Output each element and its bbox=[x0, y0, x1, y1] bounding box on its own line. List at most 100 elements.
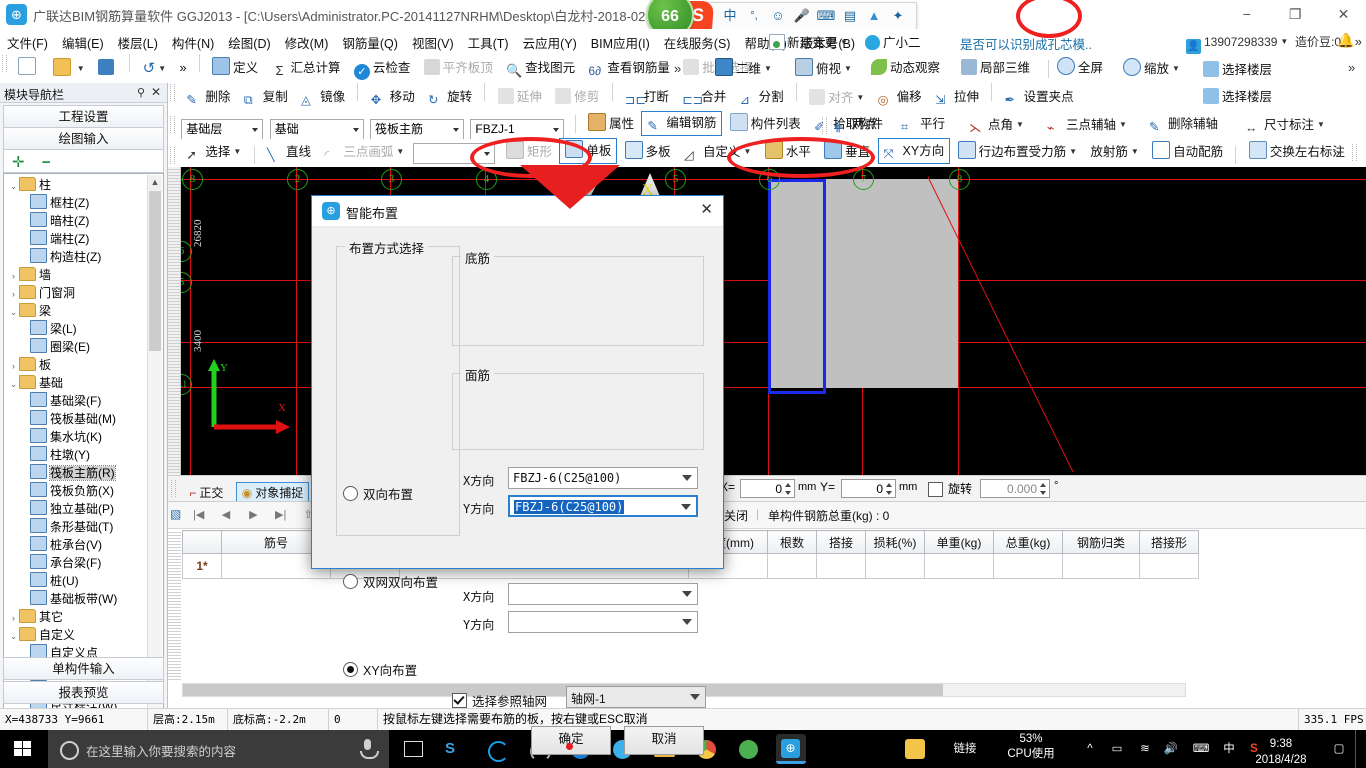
ime-settings-icon[interactable]: ✦ bbox=[887, 6, 909, 26]
col-rebar-class[interactable]: 钢筋归类 bbox=[1062, 530, 1140, 554]
cpu-usage-widget[interactable]: 53% CPU使用 bbox=[996, 730, 1066, 768]
axis-bubble[interactable]: 3 bbox=[381, 169, 402, 190]
expand-toggle-icon[interactable]: ⌄ bbox=[8, 303, 19, 321]
table-cell[interactable] bbox=[767, 553, 817, 579]
menu-item-edit[interactable]: 编辑(E) bbox=[55, 29, 111, 52]
menu-item-file[interactable]: 文件(F) bbox=[0, 29, 55, 52]
expand-toggle-icon[interactable]: › bbox=[8, 285, 19, 303]
spinner-icon[interactable] bbox=[884, 481, 894, 497]
expand-toggle-icon[interactable]: › bbox=[8, 609, 19, 627]
ortho-toggle[interactable]: ⌐ 正交 bbox=[184, 483, 228, 503]
tree-item[interactable]: 条形基础(T) bbox=[4, 518, 163, 536]
volume-icon[interactable]: 🔊 bbox=[1158, 730, 1184, 768]
view-2d-button[interactable]: 二维 ▼ bbox=[710, 54, 777, 83]
keyboard-icon[interactable]: ⌨ bbox=[1186, 730, 1216, 768]
offset-button[interactable]: ◎ 偏移 bbox=[873, 83, 927, 112]
radio-bidirectional[interactable]: 双向布置 bbox=[343, 484, 413, 503]
last-record-button[interactable]: ▶| bbox=[270, 506, 292, 524]
close-pane-link[interactable]: 关闭 bbox=[724, 507, 748, 524]
copy-button[interactable]: ⧉ 复制 bbox=[239, 83, 293, 112]
tree-folder[interactable]: › 板 bbox=[4, 356, 163, 374]
dynamic-observe-button[interactable]: 动态观察 bbox=[866, 54, 945, 83]
table-cell[interactable] bbox=[1139, 553, 1199, 579]
menu-item-component[interactable]: 构件(N) bbox=[165, 29, 221, 52]
axis-bubble[interactable]: 8 bbox=[182, 169, 203, 190]
summary-calc-button[interactable]: Σ 汇总计算 bbox=[266, 54, 345, 83]
radial-rebar-button[interactable]: 放射筋 ▼ bbox=[1085, 139, 1143, 165]
tree-folder[interactable]: ⌄ 自定义 bbox=[4, 626, 163, 644]
prev-record-button[interactable]: ◀ bbox=[215, 506, 237, 524]
col-count[interactable]: 根数 bbox=[767, 530, 817, 554]
dialog-ok-button[interactable]: 确定 bbox=[531, 726, 611, 755]
axis-bubble[interactable]: 2 bbox=[287, 169, 308, 190]
checkbox-icon[interactable] bbox=[452, 693, 467, 708]
view-rebar-amount-button[interactable]: 6∂ 查看钢筋量 bbox=[583, 54, 675, 83]
two-point-axis-button[interactable]: ⋕ 两点 bbox=[828, 112, 882, 137]
tree-item[interactable]: 端柱(Z) bbox=[4, 230, 163, 248]
minimize-button[interactable]: − bbox=[1224, 0, 1269, 29]
menu-item-online-service[interactable]: 在线服务(S) bbox=[657, 29, 738, 52]
mirror-button[interactable]: ◬ 镜像 bbox=[296, 83, 350, 112]
btn-project-settings[interactable]: 工程设置 bbox=[3, 105, 164, 128]
offset-y-input[interactable]: 0 bbox=[841, 479, 896, 498]
action-center-icon[interactable]: ▢ bbox=[1326, 730, 1352, 768]
component-type-select[interactable]: 筏板主筋 bbox=[370, 119, 465, 140]
add-component-icon[interactable]: ✛ bbox=[12, 153, 25, 171]
stretch-button[interactable]: ⇲ 拉伸 bbox=[930, 83, 984, 112]
cloud-check-button[interactable]: ✓ 云检查 bbox=[349, 54, 416, 83]
tree-item[interactable]: 梁(L) bbox=[4, 320, 163, 338]
menu-item-bim[interactable]: BIM应用(I) bbox=[584, 29, 657, 52]
rotate-button[interactable]: ↻ 旋转 bbox=[423, 83, 477, 112]
tree-item[interactable]: 圈梁(E) bbox=[4, 338, 163, 356]
first-record-button[interactable]: |◀ bbox=[188, 506, 210, 524]
scroll-up-icon[interactable]: ▲ bbox=[149, 176, 161, 190]
taskbar-search[interactable]: 在这里输入你要搜索的内容 bbox=[48, 730, 389, 768]
merge-button[interactable]: ⊏⊐合并 bbox=[677, 83, 731, 112]
tree-item[interactable]: 筏板主筋(R) bbox=[4, 464, 163, 482]
tree-item[interactable]: 承台梁(F) bbox=[4, 554, 163, 572]
ime-lang-indicator[interactable]: 中 bbox=[1218, 730, 1240, 768]
category-select[interactable]: 基础 bbox=[269, 119, 364, 140]
tree-item[interactable]: 柱墩(Y) bbox=[4, 446, 163, 464]
component-list-button[interactable]: 构件列表 bbox=[725, 112, 806, 137]
dialog-close-button[interactable]: ✕ bbox=[700, 200, 713, 218]
expand-toggle-icon[interactable]: ⌄ bbox=[8, 627, 19, 645]
toolbar-grip[interactable] bbox=[170, 84, 175, 101]
draw-option-select[interactable] bbox=[412, 143, 495, 164]
spinner-icon[interactable] bbox=[783, 481, 793, 497]
auto-rebar-button[interactable]: 自动配筋 bbox=[1147, 139, 1228, 165]
ime-skin-icon[interactable]: ▲ bbox=[863, 6, 885, 26]
table-cell[interactable] bbox=[993, 553, 1063, 579]
scroll-thumb[interactable] bbox=[183, 684, 943, 696]
col-lap[interactable]: 搭接 bbox=[816, 530, 866, 554]
horizontal-button[interactable]: 水平 bbox=[760, 139, 816, 165]
btn-single-component-input[interactable]: 单构件输入 bbox=[3, 657, 164, 680]
table-cell[interactable] bbox=[1062, 553, 1140, 579]
multi-slab-button[interactable]: 多板 bbox=[620, 139, 676, 165]
tree-item[interactable]: 基础板带(W) bbox=[4, 590, 163, 608]
delete-button[interactable]: ✎ 删除 bbox=[181, 83, 235, 112]
tree-item[interactable]: 独立基础(P) bbox=[4, 500, 163, 518]
notice-link[interactable]: 是否可以识别成孔芯模.. bbox=[960, 34, 1092, 53]
open-file-button[interactable]: ▼ bbox=[48, 54, 90, 83]
offset-x-input[interactable]: 0 bbox=[740, 479, 795, 498]
new-change-button[interactable]: 新建变更 ▼ bbox=[769, 32, 848, 51]
properties-button[interactable]: 属性 bbox=[583, 112, 639, 137]
line-tool-button[interactable]: ╲ 直线 bbox=[262, 139, 316, 165]
axis-bubble[interactable]: 6 bbox=[759, 169, 780, 190]
local-3d-button[interactable]: 局部三维 bbox=[956, 54, 1035, 83]
remove-component-icon[interactable]: − bbox=[42, 154, 51, 171]
expand-toggle-icon[interactable]: › bbox=[8, 267, 19, 285]
edit-rebar-button[interactable]: ✎ 编辑钢筋 bbox=[641, 111, 723, 136]
vertical-button[interactable]: 垂直 bbox=[819, 139, 875, 165]
col-lap-shape[interactable]: 搭接形 bbox=[1139, 530, 1199, 554]
custom-button[interactable]: ◿ 自定义 ▼ bbox=[679, 139, 756, 165]
menu-item-rebar[interactable]: 钢筋量(Q) bbox=[335, 29, 405, 52]
tree-folder[interactable]: › 其它 bbox=[4, 608, 163, 626]
floor-select[interactable]: 基础层 bbox=[181, 119, 264, 140]
taskbar-clock[interactable]: 9:38 2018/4/28 bbox=[1238, 733, 1324, 768]
canvas-left-scroll-strip[interactable] bbox=[168, 167, 181, 475]
top-view-button[interactable]: 俯视 ▼ bbox=[790, 54, 857, 83]
toolbar-grip[interactable] bbox=[822, 117, 827, 134]
ime-keyboard-icon[interactable]: ⌨ bbox=[815, 6, 837, 26]
